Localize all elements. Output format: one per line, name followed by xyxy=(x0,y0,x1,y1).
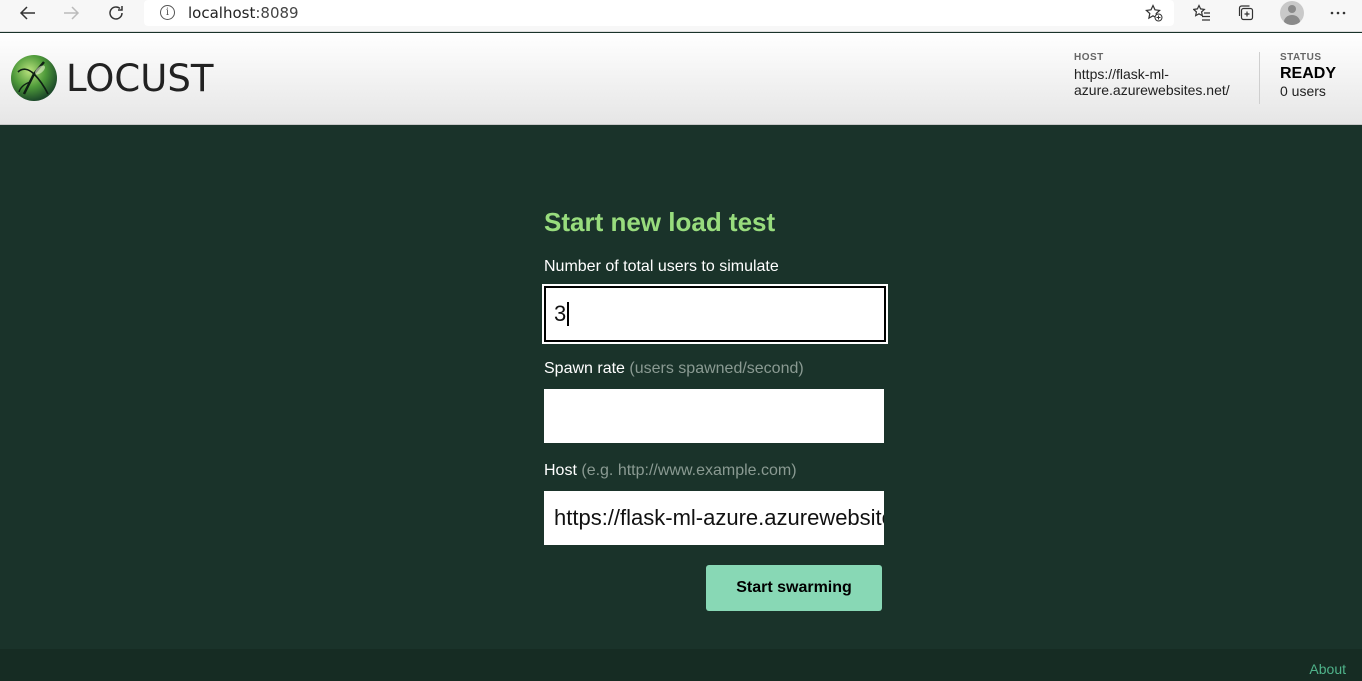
host-info: HOST https://flask-ml-azure.azurewebsite… xyxy=(1074,52,1254,98)
url-port: :8089 xyxy=(255,4,299,22)
host-label: HOST xyxy=(1074,52,1104,63)
footer: About xyxy=(0,649,1362,681)
profile-icon[interactable] xyxy=(1280,1,1304,25)
start-swarming-button[interactable]: Start swarming xyxy=(706,565,882,611)
app-header: LOCUST HOST https://flask-ml-azure.azure… xyxy=(0,33,1362,125)
text-caret xyxy=(567,302,569,326)
host-field-hint: (e.g. http://www.example.com) xyxy=(581,462,797,479)
header-divider xyxy=(1259,52,1260,104)
more-icon[interactable] xyxy=(1327,2,1349,24)
users-input[interactable]: 3 xyxy=(542,284,888,344)
status-info: STATUS READY 0 users xyxy=(1280,52,1360,100)
host-field-label: Host (e.g. http://www.example.com) xyxy=(544,461,797,481)
collections-icon[interactable] xyxy=(1235,2,1257,24)
url-text[interactable]: localhost:8089 xyxy=(188,4,299,22)
spawn-rate-label-text: Spawn rate xyxy=(544,360,625,377)
profile-icon-body xyxy=(1284,15,1300,25)
users-input-value: 3 xyxy=(554,301,567,326)
logo-text: LOCUST xyxy=(66,57,214,100)
form-title: Start new load test xyxy=(544,207,776,237)
profile-icon-head xyxy=(1288,5,1296,13)
users-count: 0 users xyxy=(1280,83,1326,99)
host-field-label-text: Host xyxy=(544,462,577,479)
host-input[interactable]: https://flask-ml-azure.azurewebsites.net… xyxy=(544,491,884,545)
spawn-rate-hint: (users spawned/second) xyxy=(629,360,804,377)
info-icon[interactable]: i xyxy=(160,5,175,20)
users-label: Number of total users to simulate xyxy=(544,258,779,275)
locust-logo-icon xyxy=(10,54,58,102)
status-value: READY xyxy=(1280,65,1337,82)
url-host: localhost xyxy=(188,4,256,22)
browser-toolbar: i localhost:8089 xyxy=(0,0,1362,32)
status-label: STATUS xyxy=(1280,52,1322,63)
reload-icon[interactable] xyxy=(101,1,131,25)
favorites-icon[interactable] xyxy=(1191,2,1213,24)
spawn-rate-input[interactable] xyxy=(544,389,884,443)
about-link[interactable]: About xyxy=(1309,661,1346,677)
new-test-form: Start new load test Number of total user… xyxy=(542,205,888,611)
back-icon[interactable] xyxy=(13,1,43,25)
spawn-rate-label: Spawn rate (users spawned/second) xyxy=(544,359,804,379)
host-value: https://flask-ml-azure.azurewebsites.net… xyxy=(1074,66,1230,98)
forward-icon[interactable] xyxy=(56,1,86,25)
host-input-value: https://flask-ml-azure.azurewebsites.net… xyxy=(554,505,884,530)
favorite-add-icon[interactable] xyxy=(1143,2,1165,24)
